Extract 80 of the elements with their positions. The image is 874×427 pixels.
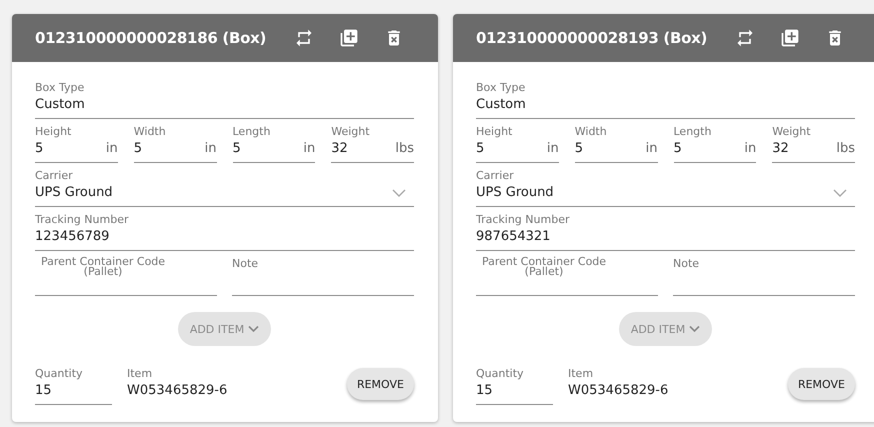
field-label: Note: [232, 257, 260, 271]
input-field[interactable]: Width 5 in: [574, 125, 658, 163]
field-value: 5: [574, 140, 584, 158]
field-label: Tracking Number: [35, 213, 130, 227]
input-field[interactable]: Weight 32 lbs: [772, 125, 855, 163]
item-label: Item: [568, 367, 594, 381]
input-field[interactable]: Height 5 in: [476, 125, 559, 163]
field-label: Carrier: [476, 169, 515, 183]
field-value: 15: [476, 382, 494, 400]
item-label: Item: [127, 367, 154, 381]
field-value: Custom: [476, 96, 527, 114]
chevron-down-icon: [833, 188, 847, 198]
field-label: Note: [673, 257, 700, 271]
field-value: 987654321: [476, 228, 552, 246]
swap-arrows-icon[interactable]: [294, 28, 314, 48]
input-field[interactable]: Carrier UPS Ground: [476, 169, 855, 207]
field-value: 5: [35, 140, 44, 158]
add-copy-icon[interactable]: [339, 28, 359, 48]
input-field[interactable]: Box Type Custom: [35, 81, 414, 119]
field-label: Quantity: [35, 367, 84, 381]
swap-arrows-icon[interactable]: [735, 28, 755, 48]
field-value: Custom: [35, 96, 86, 114]
input-field[interactable]: Tracking Number 123456789: [35, 213, 414, 251]
field-value: 32: [772, 140, 790, 158]
add-copy-icon[interactable]: [780, 28, 800, 48]
field-value: 5: [134, 140, 144, 158]
field-label: Weight: [772, 125, 812, 139]
field-label: Height: [476, 125, 514, 139]
field-label: Box Type: [35, 81, 86, 95]
unit-label: lbs: [836, 140, 855, 158]
field-label: Length: [232, 125, 272, 139]
unit-label: in: [204, 140, 216, 158]
field-label: Parent Container Code (Pallet): [40, 257, 166, 277]
remove-button[interactable]: REMOVE: [788, 368, 855, 400]
field-value: 123456789: [35, 228, 110, 246]
input-field[interactable]: Parent Container Code (Pallet): [35, 257, 217, 296]
unit-label: in: [303, 140, 316, 158]
input-field[interactable]: Parent Container Code (Pallet): [476, 257, 658, 296]
field-value: UPS Ground: [476, 184, 555, 202]
field-label: Height: [35, 125, 72, 139]
field-value: 5: [674, 140, 683, 158]
field-value: UPS Ground: [35, 184, 114, 202]
field-label: Width: [574, 125, 608, 139]
input-field[interactable]: Note: [232, 257, 414, 296]
input-field[interactable]: Quantity 15: [35, 367, 112, 405]
chevron-down-icon: [689, 325, 700, 333]
field-label: Quantity: [476, 367, 525, 381]
remove-button[interactable]: REMOVE: [346, 368, 414, 400]
card-title: 012310000000028193 (Box): [476, 29, 708, 47]
input-field[interactable]: Box Type Custom: [476, 81, 855, 119]
item-code: W053465829-6: [127, 382, 228, 400]
field-label: Length: [674, 125, 712, 139]
chevron-down-icon: [392, 188, 406, 198]
unit-label: lbs: [395, 140, 414, 158]
item-code: W053465829-6: [568, 382, 668, 400]
field-label: Width: [134, 125, 167, 139]
field-label: Parent Container Code (Pallet): [480, 257, 608, 277]
field-label: Weight: [331, 125, 371, 139]
field-label: Box Type: [476, 81, 526, 95]
input-field[interactable]: Width 5 in: [134, 125, 216, 163]
chevron-down-icon: [248, 325, 260, 333]
input-field[interactable]: Height 5 in: [35, 125, 118, 163]
unit-label: in: [106, 140, 118, 158]
card-title: 012310000000028186 (Box): [35, 29, 268, 47]
unit-label: in: [546, 140, 559, 158]
input-field[interactable]: Note: [673, 257, 855, 296]
input-field[interactable]: Length 5 in: [674, 125, 756, 163]
input-field[interactable]: Carrier UPS Ground: [35, 169, 414, 207]
field-value: 32: [331, 140, 349, 158]
unit-label: in: [646, 140, 658, 158]
field-value: 15: [35, 382, 53, 400]
input-field[interactable]: Quantity 15: [476, 367, 553, 405]
field-value: 5: [476, 140, 486, 158]
field-label: Tracking Number: [476, 213, 570, 227]
input-field[interactable]: Weight 32 lbs: [331, 125, 414, 163]
field-label: Carrier: [35, 169, 74, 183]
unit-label: in: [744, 140, 756, 158]
input-field[interactable]: Tracking Number 987654321: [476, 213, 855, 251]
input-field[interactable]: Length 5 in: [232, 125, 316, 163]
field-value: 5: [232, 140, 242, 158]
